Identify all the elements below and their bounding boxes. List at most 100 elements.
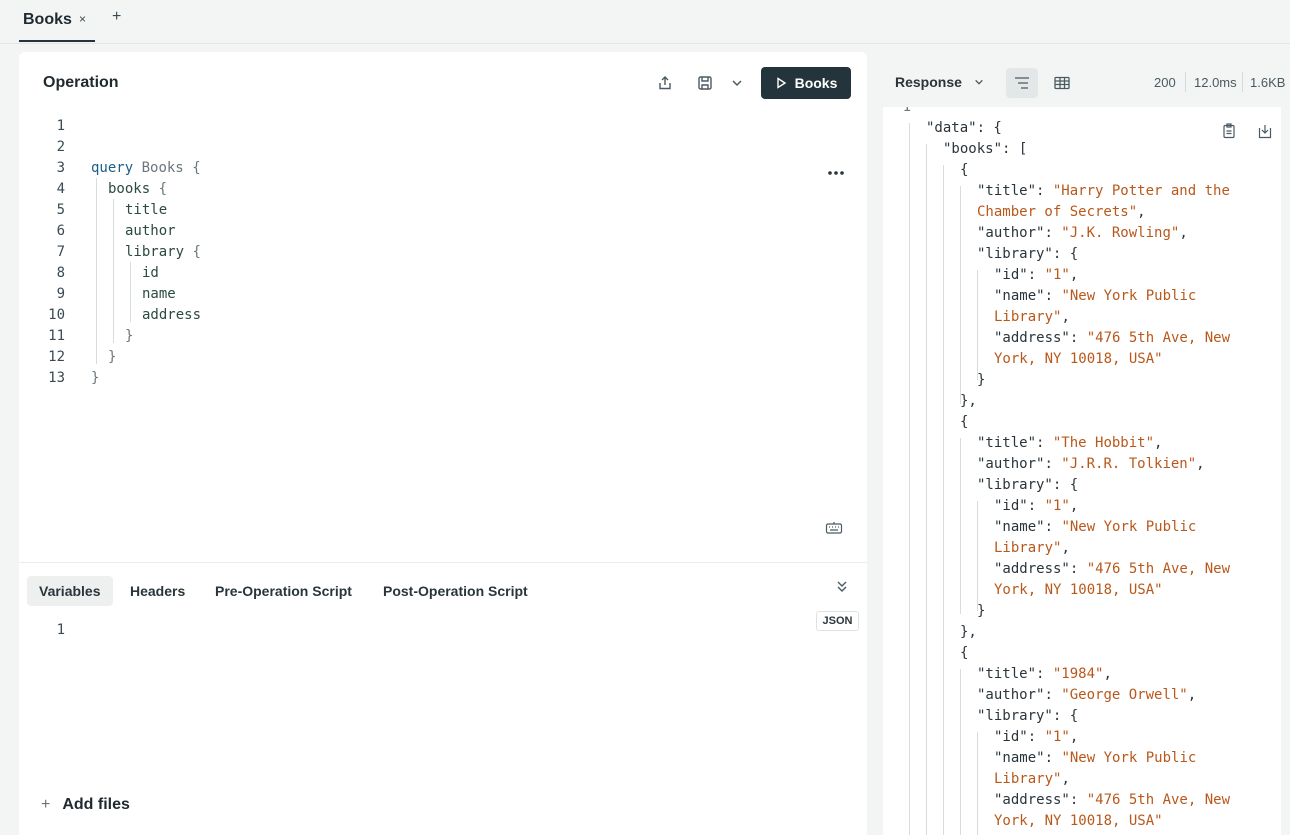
field-library: library — [125, 244, 185, 260]
line-number: 6 — [56, 223, 65, 239]
json-line: "id": "1", — [994, 498, 1079, 514]
keyword-query: query — [91, 160, 134, 176]
json-line: "title": "The Hobbit", — [977, 435, 1163, 451]
indent-guide — [960, 186, 961, 404]
line-number: 13 — [48, 370, 65, 386]
json-key: "author" — [977, 225, 1045, 241]
editor-divider — [19, 562, 867, 563]
json-value: "New York Public — [1061, 288, 1197, 304]
new-tab-button[interactable]: + — [112, 8, 121, 26]
json-value: "476 5th Ave, New — [1086, 330, 1231, 346]
json-value: "New York Public — [1061, 750, 1197, 766]
table-view-button[interactable] — [1046, 68, 1078, 98]
json-line: "title": "1984", — [977, 666, 1112, 682]
json-key: "library" — [977, 708, 1053, 724]
status-code: 200 — [1154, 75, 1176, 90]
json-key: "name" — [994, 288, 1045, 304]
json-format-badge[interactable]: JSON — [816, 611, 859, 631]
tree-view-button[interactable] — [1006, 68, 1038, 98]
json-key: "author" — [977, 687, 1045, 703]
json-line: "address": "476 5th Ave, New — [994, 792, 1231, 808]
line-number: 12 — [48, 349, 65, 365]
response-viewer[interactable]: 1 "data": { "books": [ { "title": "Harry… — [883, 107, 1281, 835]
keyboard-icon[interactable] — [825, 520, 843, 541]
save-icon[interactable] — [693, 71, 717, 95]
json-line: "id": "1", — [994, 267, 1079, 283]
tab-headers[interactable]: Headers — [118, 576, 197, 606]
chevron-down-icon — [975, 79, 983, 85]
field-name: name — [142, 286, 176, 302]
close-icon[interactable]: × — [79, 12, 86, 26]
brace: { — [192, 160, 201, 176]
json-key: "id" — [994, 729, 1028, 745]
operation-editor[interactable]: 1 2 3 4 5 6 7 8 9 10 11 12 13 query Book… — [19, 114, 819, 386]
json-line: "books": [ — [943, 141, 1028, 157]
brace: { — [192, 244, 201, 260]
json-line: "address": "476 5th Ave, New — [994, 330, 1231, 346]
share-icon[interactable] — [653, 71, 677, 95]
field-books: books — [108, 181, 151, 197]
field-id: id — [142, 265, 159, 281]
json-value: "476 5th Ave, New — [1086, 792, 1231, 808]
line-number: 7 — [56, 244, 65, 260]
code-line: books { — [108, 181, 167, 197]
line-number: 1 — [56, 622, 65, 638]
json-line: } — [977, 372, 986, 388]
json-key: "author" — [977, 456, 1045, 472]
download-icon[interactable] — [1258, 123, 1272, 143]
json-value: "J.R.R. Tolkien" — [1061, 456, 1197, 472]
json-line: "name": "New York Public — [994, 750, 1197, 766]
line-number: 10 — [48, 307, 65, 323]
json-line: "library": { — [977, 708, 1079, 724]
json-value: "George Orwell" — [1061, 687, 1188, 703]
json-value: Library" — [994, 771, 1062, 787]
json-key: "title" — [977, 183, 1037, 199]
add-files-button[interactable]: + Add files — [41, 796, 130, 814]
json-line: { — [960, 645, 969, 661]
json-line: York, NY 10018, USA" — [994, 351, 1163, 367]
list-view-icon — [1015, 77, 1029, 89]
tab-post-operation-script[interactable]: Post-Operation Script — [371, 576, 540, 606]
json-key: "library" — [977, 246, 1053, 262]
run-operation-button[interactable]: Books — [761, 67, 851, 99]
json-key: "address" — [994, 792, 1070, 808]
response-size: 1.6KB — [1250, 75, 1286, 90]
indent-guide — [960, 438, 961, 614]
json-value: "New York Public — [1061, 519, 1197, 535]
json-line: "name": "New York Public — [994, 288, 1197, 304]
json-line: Chamber of Secrets", — [977, 204, 1146, 220]
variables-editor[interactable]: 1 — [19, 618, 809, 778]
indent-guide — [96, 178, 97, 364]
tab-books[interactable]: Books × — [19, 0, 95, 42]
more-options-icon[interactable] — [825, 163, 847, 181]
json-value: York, NY 10018, USA" — [994, 813, 1163, 829]
json-line: Library", — [994, 309, 1070, 325]
indent-guide — [977, 270, 978, 380]
json-value: Chamber of Secrets" — [977, 204, 1138, 220]
indent-guide — [977, 732, 978, 835]
json-line: "address": "476 5th Ave, New — [994, 561, 1231, 577]
line-number: 11 — [48, 328, 65, 344]
json-value: "1" — [1044, 267, 1070, 283]
collapse-icon[interactable] — [835, 579, 849, 598]
response-scrollbar[interactable] — [1281, 107, 1290, 835]
play-icon — [776, 77, 786, 89]
response-dropdown[interactable]: Response — [895, 74, 984, 90]
json-line: "author": "J.R.R. Tolkien", — [977, 456, 1205, 472]
response-header: Response 200 12.0ms 1.6KB — [883, 62, 1290, 104]
tab-variables[interactable]: Variables — [27, 576, 113, 606]
json-line: "library": { — [977, 246, 1079, 262]
tab-pre-operation-script[interactable]: Pre-Operation Script — [203, 576, 364, 606]
json-line: Library", — [994, 540, 1070, 556]
json-key: "library" — [977, 477, 1053, 493]
chevron-down-icon[interactable] — [725, 71, 749, 95]
copy-icon[interactable] — [1222, 123, 1236, 143]
operation-name: Books — [141, 160, 184, 176]
json-key: "id" — [994, 267, 1028, 283]
json-line: { — [960, 162, 969, 178]
json-value: Library" — [994, 309, 1062, 325]
json-value: York, NY 10018, USA" — [994, 582, 1163, 598]
indent-guide — [977, 501, 978, 611]
json-key: "address" — [994, 330, 1070, 346]
json-line: } — [977, 603, 986, 619]
